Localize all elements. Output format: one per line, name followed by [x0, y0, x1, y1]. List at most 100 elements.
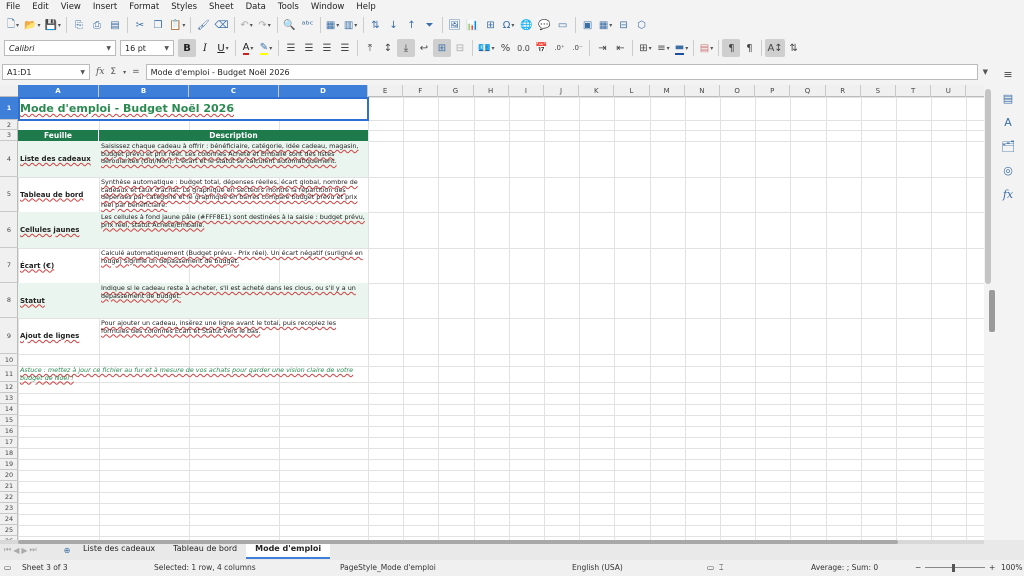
bold-button[interactable]: B [178, 39, 196, 57]
formula-button[interactable]: = [132, 67, 140, 77]
menu-item-window[interactable]: Window [305, 0, 351, 14]
horizontal-scrollbar[interactable] [0, 540, 984, 544]
status-view-icon[interactable]: ▭ [707, 560, 714, 576]
header-feuille[interactable]: Feuille [18, 130, 99, 141]
paste-icon[interactable]: 📋 ▾ [167, 16, 187, 34]
expand-formula-bar-icon[interactable]: ▼ [979, 68, 992, 76]
formula-input[interactable]: Mode d'emploi - Budget Noël 2026 [145, 64, 978, 80]
properties-icon[interactable]: ▤ [1000, 90, 1016, 106]
save-icon[interactable]: 💾 ▾ [42, 16, 62, 34]
comment-icon[interactable]: 💬 [536, 16, 554, 34]
rtl-text-direction-icon[interactable]: ¶ [740, 39, 758, 57]
row-header-9[interactable]: 9 [0, 318, 18, 354]
column-header-u[interactable]: U [931, 85, 967, 97]
column-header-f[interactable]: F [403, 85, 439, 97]
column-header-i[interactable]: I [509, 85, 544, 97]
name-box[interactable]: A1:D1 ▼ [2, 64, 90, 80]
column-header-l[interactable]: L [614, 85, 650, 97]
menu-item-edit[interactable]: Edit [26, 0, 54, 14]
row-header-13[interactable]: 13 [0, 393, 18, 404]
zoom-slider[interactable] [925, 567, 985, 568]
show-draw-functions-icon[interactable]: ⬡ [633, 16, 651, 34]
font-color-button[interactable]: A ▾ [239, 39, 257, 57]
status-page-style[interactable]: PageStyle_Mode d'emploi [340, 560, 436, 576]
styles-icon[interactable]: A [1000, 114, 1016, 130]
gallery-icon[interactable]: 🗂 [1000, 138, 1016, 154]
justify-icon[interactable]: ☰ [336, 39, 354, 57]
wrap-text-icon[interactable]: ↩ [415, 39, 433, 57]
menu-item-tools[interactable]: Tools [272, 0, 305, 14]
description-cell[interactable]: Calculé automatiquement (Budget prévu - … [99, 248, 368, 283]
conditional-format-icon[interactable]: ▤ ▾ [697, 39, 715, 57]
column-header-p[interactable]: P [755, 85, 791, 97]
column-header-c[interactable]: C [189, 85, 279, 97]
row-header-11[interactable]: 11 [0, 366, 18, 382]
first-sheet-icon[interactable]: ⏮ [4, 545, 11, 555]
row-header-4[interactable]: 4 [0, 141, 18, 177]
column-header-o[interactable]: O [720, 85, 756, 97]
highlight-color-icon[interactable]: ✎ ▾ [257, 39, 275, 57]
insert-image-icon[interactable]: 🖼 [446, 16, 464, 34]
pivot-table-icon[interactable]: ⊞ [482, 16, 500, 34]
menu-icon[interactable]: ≡ [1000, 66, 1016, 82]
column-header-n[interactable]: N [685, 85, 720, 97]
sort-icon[interactable]: ⇅ [367, 16, 385, 34]
row-header-2[interactable]: 2 [0, 120, 18, 130]
center-vertically-icon[interactable]: ↕ [379, 39, 397, 57]
tip-cell[interactable]: Astuce : mettez à jour ce fichier au fur… [18, 366, 368, 386]
vertical-scroll-thumb[interactable] [985, 89, 991, 284]
column-header-h[interactable]: H [474, 85, 509, 97]
column-header-e[interactable]: E [368, 85, 404, 97]
row-header-16[interactable]: 16 [0, 426, 18, 437]
column-header-q[interactable]: Q [790, 85, 826, 97]
row-header-14[interactable]: 14 [0, 404, 18, 415]
align-center-icon[interactable]: ☰ [300, 39, 318, 57]
unmerge-cells-icon[interactable]: ⊟ [451, 39, 469, 57]
redo-icon[interactable]: ↷ ▾ [256, 16, 274, 34]
percent-format-button[interactable]: % [496, 39, 514, 57]
next-sheet-icon[interactable]: ▶ [21, 546, 27, 555]
description-cell[interactable]: Indique si le cadeau reste à acheter, s'… [99, 283, 368, 318]
description-cell[interactable]: Saisissez chaque cadeau à offrir : bénéf… [99, 141, 368, 177]
header-description[interactable]: Description [99, 130, 368, 141]
previous-sheet-icon[interactable]: ◀ [13, 546, 19, 555]
increase-indent-icon[interactable]: ⇥ [593, 39, 611, 57]
currency-format-icon[interactable]: 💶 ▾ [476, 39, 496, 57]
column-header-b[interactable]: B [99, 85, 189, 97]
menu-item-styles[interactable]: Styles [165, 0, 203, 14]
text-direction-horizontal-icon[interactable]: A↕ [765, 39, 785, 57]
cell-grid[interactable]: Mode d'emploi - Budget Noël 2026 Feuille… [18, 97, 984, 540]
sidebar-handle[interactable] [989, 290, 995, 332]
function-wizard-icon[interactable]: fx [96, 67, 104, 77]
font-size-box[interactable]: 16 pt ▼ [120, 40, 174, 56]
column-header-d[interactable]: D [279, 85, 368, 97]
row-header-25[interactable]: 25 [0, 525, 18, 536]
row-header-24[interactable]: 24 [0, 514, 18, 525]
menu-item-view[interactable]: View [55, 0, 87, 14]
navigator-icon[interactable]: ◎ [1000, 162, 1016, 178]
insert-chart-icon[interactable]: 📊 [464, 16, 482, 34]
zoom-out-icon[interactable]: − [915, 560, 921, 576]
column-header-a[interactable]: A [18, 85, 99, 97]
sum-button[interactable]: Σ [110, 67, 116, 77]
feuille-cell[interactable]: Ajout de lignes [18, 318, 99, 354]
feuille-cell[interactable]: Statut [18, 283, 99, 318]
column-header-k[interactable]: K [579, 85, 615, 97]
row-header-5[interactable]: 5 [0, 177, 18, 212]
column-header-r[interactable]: R [826, 85, 861, 97]
borders-icon[interactable]: ⊞ ▾ [636, 39, 654, 57]
decrease-indent-icon[interactable]: ⇤ [611, 39, 629, 57]
row-header-22[interactable]: 22 [0, 492, 18, 503]
row-header-3[interactable]: 3 [0, 130, 18, 141]
description-cell[interactable]: Pour ajouter un cadeau, insérez une lign… [99, 318, 368, 354]
menu-item-sheet[interactable]: Sheet [203, 0, 240, 14]
special-character-icon[interactable]: Ω ▾ [500, 16, 518, 34]
align-right-icon[interactable]: ☰ [318, 39, 336, 57]
row-header-6[interactable]: 6 [0, 212, 18, 248]
undo-icon[interactable]: ↶ ▾ [238, 16, 256, 34]
column-header-s[interactable]: S [861, 85, 896, 97]
row-header-7[interactable]: 7 [0, 248, 18, 283]
spelling-icon[interactable]: ᵃᵇᶜ [299, 16, 317, 34]
column-header-t[interactable]: T [896, 85, 932, 97]
add-decimal-icon[interactable]: .0⁺ [550, 39, 568, 57]
